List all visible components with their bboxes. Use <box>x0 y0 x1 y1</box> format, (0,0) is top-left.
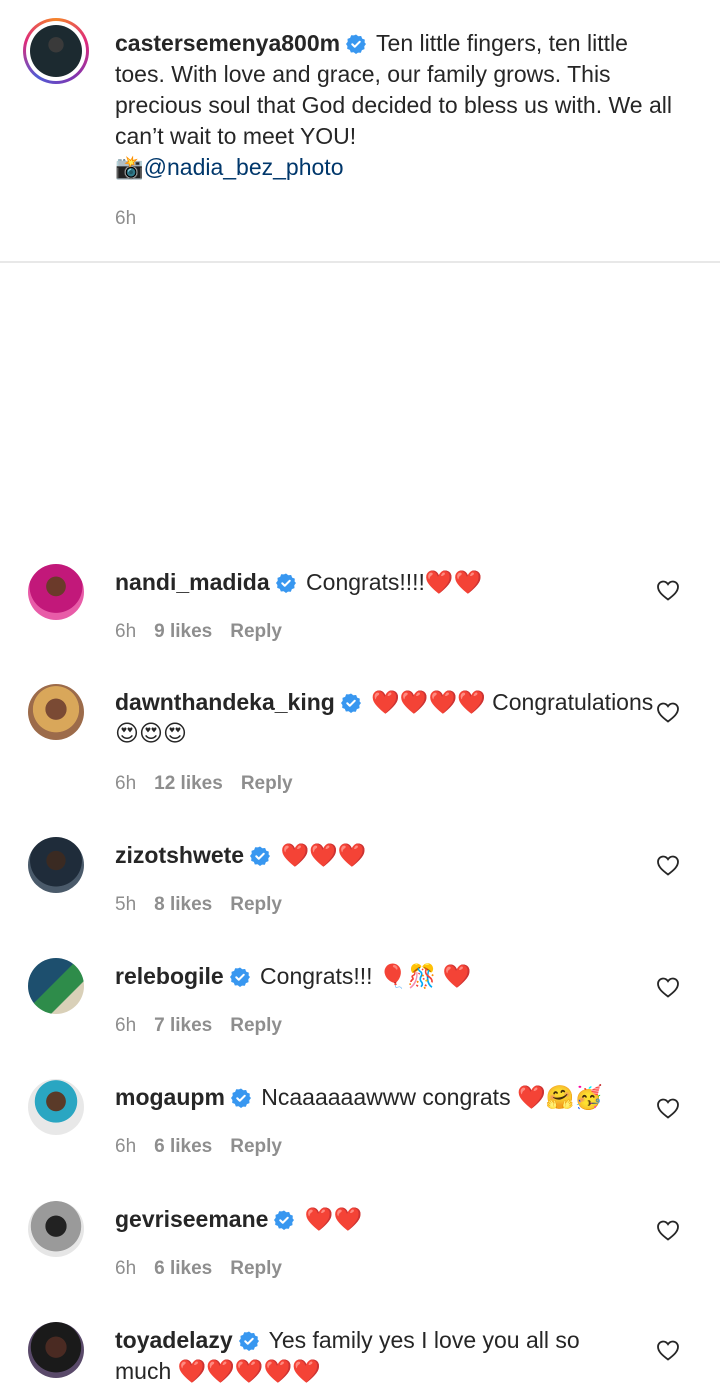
like-heart-icon[interactable] <box>656 1219 680 1241</box>
like-heart-icon[interactable] <box>656 1097 680 1119</box>
comment-likes[interactable]: 12 likes <box>154 773 223 794</box>
comment-username[interactable]: gevriseemane <box>115 1206 268 1232</box>
verified-badge-icon <box>346 34 366 54</box>
like-heart-icon[interactable] <box>656 854 680 876</box>
commenter-avatar[interactable] <box>28 1201 84 1257</box>
camera-emoji: 📸 <box>115 154 144 180</box>
comment-time: 6h <box>115 773 137 794</box>
comment-time: 6h <box>115 1136 137 1157</box>
comment-text-block: dawnthandeka_king ❤️❤️❤️❤️ Congratulatio… <box>115 687 675 749</box>
verified-badge-icon <box>276 573 296 593</box>
commenter-avatar[interactable] <box>28 684 84 740</box>
verified-badge-icon <box>231 1088 251 1108</box>
comment-username[interactable]: toyadelazy <box>115 1327 233 1353</box>
caption-meta: 6h <box>115 208 154 230</box>
comment-text-block: zizotshwete ❤️❤️❤️ <box>115 840 675 871</box>
comment-likes[interactable]: 9 likes <box>154 621 212 642</box>
reply-button[interactable]: Reply <box>241 773 293 794</box>
comment-text: Ncaaaaaawww congrats ❤️🤗🥳 <box>261 1084 603 1110</box>
comment-text-block: relebogile Congrats!!! 🎈🎊 ❤️ <box>115 961 675 992</box>
comment-time: 5h <box>115 894 137 915</box>
comment-likes[interactable]: 8 likes <box>154 894 212 915</box>
comment-meta: 6h 6 likes Reply <box>115 1136 300 1158</box>
comment-text: Congrats!!!!❤️❤️ <box>306 569 483 595</box>
verified-badge-icon <box>341 693 361 713</box>
comment-username[interactable]: dawnthandeka_king <box>115 689 335 715</box>
reply-button[interactable]: Reply <box>230 621 282 642</box>
comment-likes[interactable]: 7 likes <box>154 1015 212 1036</box>
like-heart-icon[interactable] <box>656 701 680 723</box>
mention-link[interactable]: @nadia_bez_photo <box>144 154 344 180</box>
verified-badge-icon <box>239 1331 259 1351</box>
comment-username[interactable]: zizotshwete <box>115 842 244 868</box>
comment-text-block: toyadelazy Yes family yes I love you all… <box>115 1325 635 1387</box>
comment-meta: 6h 6 likes Reply <box>115 1258 300 1280</box>
comment-username[interactable]: nandi_madida <box>115 569 270 595</box>
comment-time: 6h <box>115 1015 137 1036</box>
author-avatar[interactable] <box>23 18 89 84</box>
reply-button[interactable]: Reply <box>230 894 282 915</box>
verified-badge-icon <box>250 846 270 866</box>
like-heart-icon[interactable] <box>656 976 680 998</box>
like-heart-icon[interactable] <box>656 579 680 601</box>
commenter-avatar[interactable] <box>28 564 84 620</box>
verified-badge-icon <box>230 967 250 987</box>
comment-text-block: nandi_madida Congrats!!!!❤️❤️ <box>115 567 675 598</box>
author-username[interactable]: castersemenya800m <box>115 30 340 56</box>
comment-text: ❤️❤️❤️ <box>280 842 367 868</box>
comment-text: ❤️❤️ <box>304 1206 363 1232</box>
comment-meta: 6h 9 likes Reply <box>115 621 300 643</box>
reply-button[interactable]: Reply <box>230 1015 282 1036</box>
caption-text-block: castersemenya800m Ten little fingers, te… <box>115 28 675 183</box>
verified-badge-icon <box>274 1210 294 1230</box>
comment-meta: 6h 7 likes Reply <box>115 1015 300 1037</box>
comment-likes[interactable]: 6 likes <box>154 1258 212 1279</box>
comment-username[interactable]: relebogile <box>115 963 224 989</box>
post-caption: castersemenya800m Ten little fingers, te… <box>0 0 720 262</box>
comment-meta: 5h 8 likes Reply <box>115 894 300 916</box>
comment-text: Congrats!!! 🎈🎊 ❤️ <box>260 963 472 989</box>
commenter-avatar[interactable] <box>28 837 84 893</box>
caption-time: 6h <box>115 208 137 229</box>
comment-text-block: gevriseemane ❤️❤️ <box>115 1204 675 1235</box>
reply-button[interactable]: Reply <box>230 1258 282 1279</box>
comment-likes[interactable]: 6 likes <box>154 1136 212 1157</box>
comment-username[interactable]: mogaupm <box>115 1084 225 1110</box>
commenter-avatar[interactable] <box>28 958 84 1014</box>
reply-button[interactable]: Reply <box>230 1136 282 1157</box>
divider <box>0 261 720 263</box>
comment-time: 6h <box>115 1258 137 1279</box>
commenter-avatar[interactable] <box>28 1079 84 1135</box>
comment-text-block: mogaupm Ncaaaaaawww congrats ❤️🤗🥳 <box>115 1082 675 1113</box>
comment-meta: 6h 12 likes Reply <box>115 773 311 795</box>
commenter-avatar[interactable] <box>28 1322 84 1378</box>
like-heart-icon[interactable] <box>656 1339 680 1361</box>
comment-time: 6h <box>115 621 137 642</box>
